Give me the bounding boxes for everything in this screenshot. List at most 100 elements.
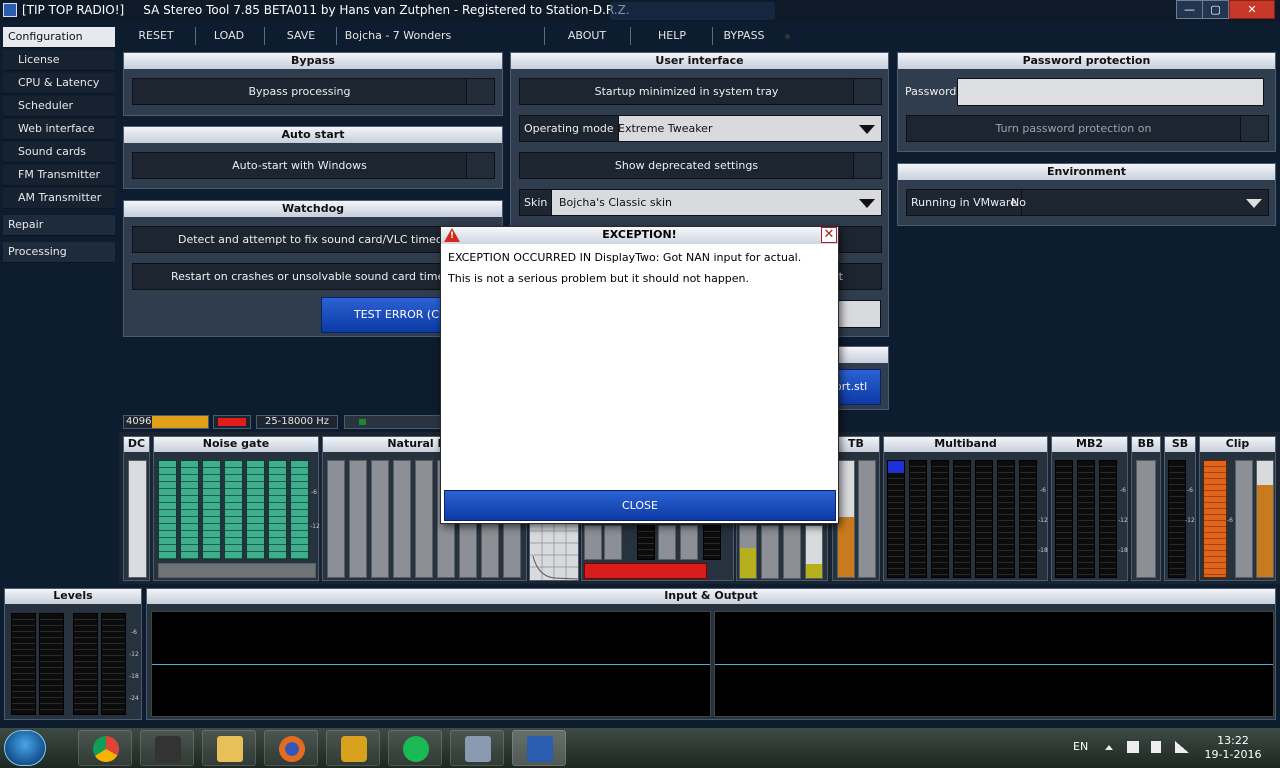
stereo-panel [581, 520, 734, 581]
auto-start-windows-label: Auto-start with Windows [232, 159, 367, 172]
output-scope-trace [715, 664, 1273, 665]
user-interface-panel-title: User interface [511, 53, 888, 69]
auto-start-panel: Auto start Auto-start with Windows [123, 126, 503, 189]
tray-expand-icon[interactable] [1105, 745, 1113, 750]
toggle-indicator [853, 153, 881, 178]
bass-bar-fill [740, 548, 756, 578]
sidebar-item-license[interactable]: License [3, 50, 115, 71]
exception-message: EXCEPTION OCCURRED IN DisplayTwo: Got NA… [448, 251, 802, 264]
network-icon[interactable] [1175, 741, 1189, 753]
sidebar-item-repair[interactable]: Repair [3, 215, 115, 236]
startup-minimized-toggle[interactable]: Startup minimized in system tray [519, 78, 882, 105]
skin-select[interactable]: Skin Bojcha's Classic skin [519, 189, 882, 216]
levels-bar [101, 613, 126, 715]
environment-panel-title: Environment [898, 164, 1275, 180]
volume-icon[interactable] [1151, 741, 1161, 753]
noise-gate-title: Noise gate [154, 437, 318, 452]
chrome-icon[interactable] [78, 730, 132, 766]
language-indicator[interactable]: EN [1073, 740, 1088, 753]
sidebar-item-fm-transmitter[interactable]: FM Transmitter [3, 165, 115, 186]
tick-label: -18 [1038, 547, 1048, 554]
menu-separator [264, 27, 265, 45]
load-button[interactable]: LOAD [204, 25, 254, 47]
tray-clock[interactable]: 13:22 19-1-2016 [1203, 734, 1263, 762]
sidebar-item-web-interface[interactable]: Web interface [3, 119, 115, 140]
preset-name[interactable]: Bojcha - 7 Wonders [343, 25, 453, 47]
dialog-close-button[interactable]: CLOSE [444, 490, 836, 521]
tick-label: -12 [1118, 517, 1128, 524]
levels-title: Levels [5, 589, 141, 604]
title-bar: [TIP TOP RADIO!] SA Stereo Tool 7.85 BET… [0, 0, 1280, 22]
noise-gate-bar [290, 460, 309, 560]
maximize-button[interactable]: ▢ [1202, 0, 1229, 19]
start-button-icon[interactable] [4, 730, 46, 766]
about-button[interactable]: ABOUT [560, 25, 614, 47]
tick-label: -6 [1227, 517, 1233, 524]
partial-input[interactable] [836, 300, 881, 328]
bypass-menu-button[interactable]: BYPASS [720, 25, 768, 47]
sidebar-item-processing[interactable]: Processing [3, 242, 115, 263]
app-icon [3, 3, 17, 17]
mb2-bar [1055, 460, 1073, 578]
natural-dyn-bar [371, 460, 389, 578]
noise-gate-bar [268, 460, 287, 560]
bass-bar [761, 525, 779, 579]
dialog-close-icon[interactable]: ✕ [821, 227, 837, 243]
close-window-button[interactable]: ✕ [1229, 0, 1275, 19]
operating-mode-select[interactable]: Operating mode Extreme Tweaker [519, 115, 882, 142]
level-indicator [344, 415, 442, 429]
turn-password-on-label: Turn password protection on [995, 122, 1152, 135]
spotify-icon[interactable] [388, 730, 442, 766]
tick-label: -6 [1187, 487, 1193, 494]
clock-time: 13:22 [1217, 734, 1249, 747]
noise-gate-bar [202, 460, 221, 560]
vmware-select[interactable]: Running in VMware No [906, 189, 1269, 216]
save-button[interactable]: SAVE [274, 25, 328, 47]
show-deprecated-toggle[interactable]: Show deprecated settings [519, 152, 882, 179]
stereo-red-bar [584, 563, 707, 579]
tick-label: -12 [310, 523, 320, 530]
levels-bar [73, 613, 98, 715]
stereotool-icon[interactable] [512, 730, 566, 766]
reset-button[interactable]: RESET [128, 25, 184, 47]
multiband-title: Multiband [884, 437, 1047, 452]
minimize-button[interactable]: — [1176, 0, 1203, 19]
sidebar-item-configuration[interactable]: Configuration [3, 27, 115, 48]
mb2-title: MB2 [1052, 437, 1127, 452]
tick-label: -12 [129, 651, 139, 658]
app-title: SA Stereo Tool 7.85 BETA011 by Hans van … [143, 3, 630, 17]
frequency-range: 25-18000 Hz [256, 415, 338, 429]
multiband-bar [909, 460, 927, 578]
auto-start-windows-toggle[interactable]: Auto-start with Windows [132, 152, 495, 179]
action-center-icon[interactable] [1127, 741, 1139, 753]
sidebar-item-sound-cards[interactable]: Sound cards [3, 142, 115, 163]
bb-panel: BB [1131, 436, 1161, 581]
firefox-icon[interactable] [264, 730, 318, 766]
taskbar: EN 13:22 19-1-2016 [0, 728, 1280, 768]
clip-panel: Clip -6 [1199, 436, 1276, 581]
menu-separator [336, 27, 337, 45]
multiband-bar [931, 460, 949, 578]
multiband-bar [887, 460, 905, 578]
sidebar-item-am-transmitter[interactable]: AM Transmitter [3, 188, 115, 209]
winamp-icon[interactable] [326, 730, 380, 766]
password-input[interactable] [957, 78, 1264, 106]
multiband-panel: Multiband -6 -12 -18 [883, 436, 1048, 581]
bb-title: BB [1132, 437, 1160, 452]
sidebar-item-scheduler[interactable]: Scheduler [3, 96, 115, 117]
app-tag: [TIP TOP RADIO!] [22, 3, 125, 17]
mediaplayer-icon[interactable] [140, 730, 194, 766]
warning-glyph: ! [450, 231, 455, 241]
turn-password-on-toggle[interactable]: Turn password protection on [906, 115, 1269, 142]
help-button[interactable]: HELP [646, 25, 698, 47]
installer-icon[interactable] [450, 730, 504, 766]
explorer-icon[interactable] [202, 730, 256, 766]
sidebar-item-cpu-latency[interactable]: CPU & Latency [3, 73, 115, 94]
tick-label: -24 [129, 695, 139, 702]
stereo-bar [680, 525, 698, 560]
bypass-processing-toggle[interactable]: Bypass processing [132, 78, 495, 105]
dc-meter-bar [128, 460, 147, 578]
output-scope [714, 611, 1274, 717]
clip-led-fill [218, 418, 246, 426]
input-output-panel: Input & Output [146, 588, 1276, 720]
